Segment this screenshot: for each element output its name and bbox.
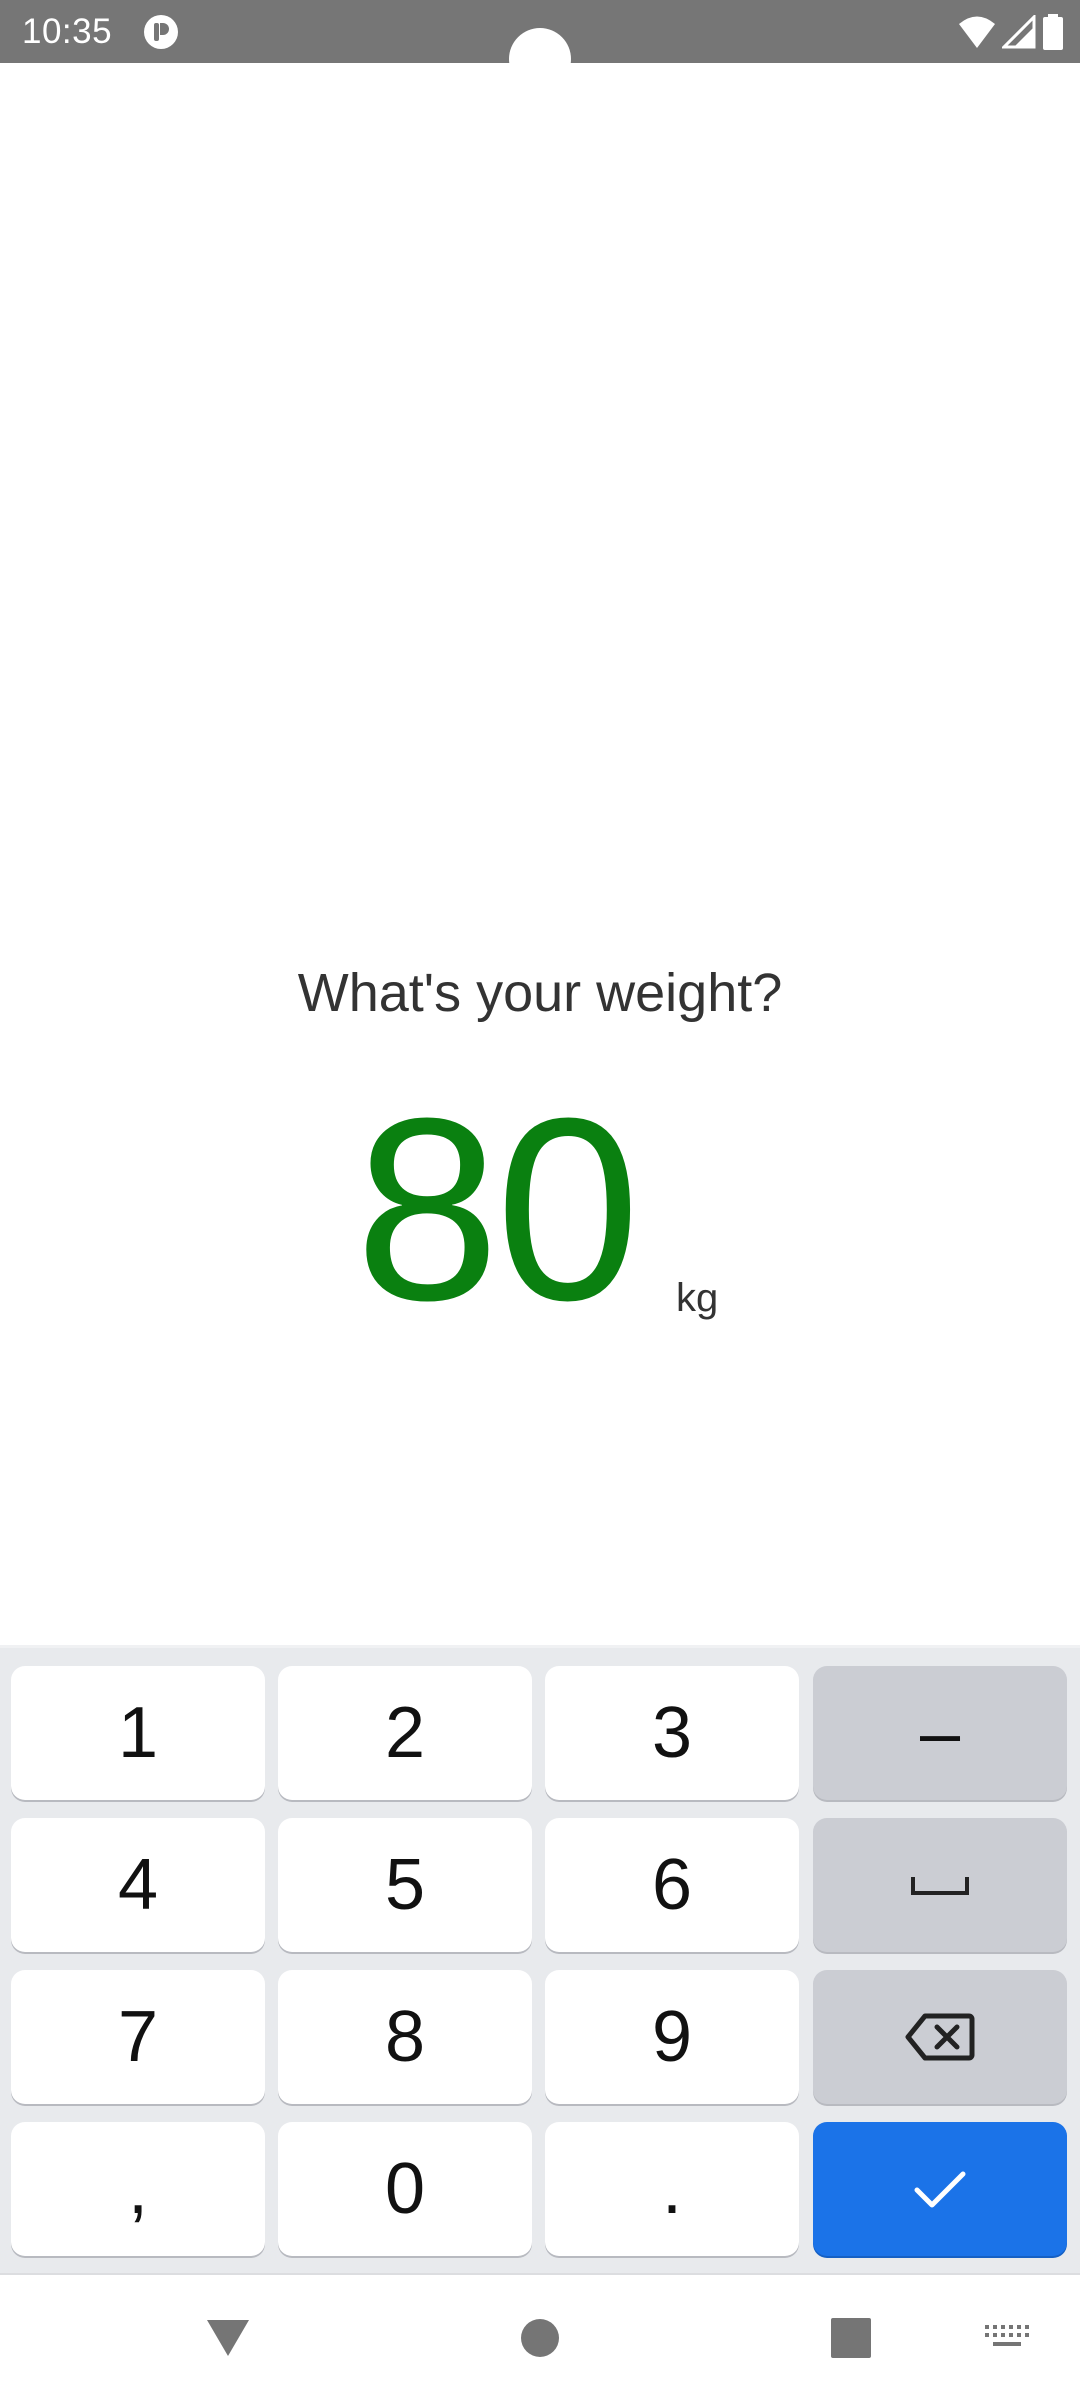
weight-question: What's your weight? xyxy=(297,963,783,1023)
recents-button[interactable] xyxy=(816,2303,886,2373)
keyboard-switch-icon xyxy=(985,2325,1029,2346)
weight-value[interactable]: 80 xyxy=(355,1080,640,1340)
key-7[interactable]: 7 xyxy=(11,1970,265,2104)
wifi-icon xyxy=(959,16,995,48)
weight-display[interactable]: 80 kg xyxy=(0,1080,1080,1340)
key-period[interactable]: . xyxy=(545,2122,799,2256)
key-9[interactable]: 9 xyxy=(545,1970,799,2104)
key-minus[interactable]: – xyxy=(813,1666,1067,1800)
status-time: 10:35 xyxy=(22,12,113,51)
screen: 10:35 What's your weight? 80 kg 1 2 3 – … xyxy=(0,0,1080,2400)
key-8[interactable]: 8 xyxy=(278,1970,532,2104)
battery-icon xyxy=(1043,14,1063,50)
key-1[interactable]: 1 xyxy=(11,1666,265,1800)
back-icon xyxy=(207,2320,249,2356)
key-comma[interactable]: , xyxy=(11,2122,265,2256)
key-space[interactable] xyxy=(813,1818,1067,1952)
key-backspace[interactable] xyxy=(813,1970,1067,2104)
app-notification-icon xyxy=(144,15,178,49)
home-icon xyxy=(521,2319,559,2357)
camera-cutout xyxy=(509,28,571,90)
key-5[interactable]: 5 xyxy=(278,1818,532,1952)
key-0[interactable]: 0 xyxy=(278,2122,532,2256)
navigation-bar xyxy=(0,2273,1080,2400)
back-button[interactable] xyxy=(193,2303,263,2373)
recents-icon xyxy=(831,2318,871,2358)
backspace-icon xyxy=(905,2013,975,2061)
keyboard-switch-button[interactable] xyxy=(972,2303,1042,2373)
weight-unit: kg xyxy=(676,1276,719,1320)
key-6[interactable]: 6 xyxy=(545,1818,799,1952)
key-3[interactable]: 3 xyxy=(545,1666,799,1800)
key-2[interactable]: 2 xyxy=(278,1666,532,1800)
key-done[interactable] xyxy=(813,2122,1067,2256)
status-icons xyxy=(958,13,1064,51)
home-button[interactable] xyxy=(505,2303,575,2373)
checkmark-icon xyxy=(914,2171,966,2208)
cell-signal-icon xyxy=(1002,15,1036,49)
space-icon xyxy=(911,1877,969,1895)
key-4[interactable]: 4 xyxy=(11,1818,265,1952)
numeric-keyboard: 1 2 3 – 4 5 6 7 8 9 , 0 . xyxy=(0,1645,1080,2276)
